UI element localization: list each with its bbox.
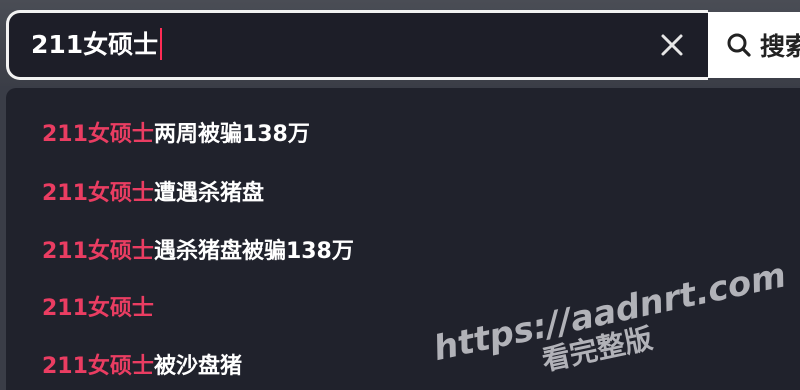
search-button-label: 搜索 <box>760 32 800 61</box>
search-input[interactable]: 211女硕士 <box>31 13 163 77</box>
suggestion-item[interactable]: 211女硕士 <box>42 289 154 329</box>
suggestion-highlight: 211女硕士 <box>42 296 154 321</box>
search-button[interactable]: 搜索 <box>708 12 800 78</box>
search-box[interactable]: 211女硕士 <box>6 10 708 80</box>
suggestion-item[interactable]: 211女硕士两周被骗138万 <box>42 115 310 155</box>
suggestion-highlight: 211女硕士 <box>42 239 154 264</box>
suggestion-text: 遇杀猪盘被骗138万 <box>153 239 354 264</box>
text-caret <box>160 28 163 60</box>
close-icon[interactable] <box>657 30 687 60</box>
suggestion-item[interactable]: 211女硕士被沙盘猪 <box>42 347 242 387</box>
suggestion-text: 被沙盘猪 <box>153 354 242 379</box>
suggestion-highlight: 211女硕士 <box>42 122 154 147</box>
suggestion-text: 两周被骗138万 <box>153 122 310 147</box>
suggestion-highlight: 211女硕士 <box>42 181 154 206</box>
suggestion-item[interactable]: 211女硕士遭遇杀猪盘 <box>42 174 264 214</box>
search-query-text: 211女硕士 <box>31 30 159 59</box>
suggestion-highlight: 211女硕士 <box>42 354 154 379</box>
search-icon <box>727 33 751 57</box>
suggestion-dropdown: 211女硕士两周被骗138万 211女硕士遭遇杀猪盘 211女硕士遇杀猪盘被骗1… <box>6 88 800 390</box>
suggestion-text: 遭遇杀猪盘 <box>153 181 264 206</box>
suggestion-item[interactable]: 211女硕士遇杀猪盘被骗138万 <box>42 232 354 272</box>
